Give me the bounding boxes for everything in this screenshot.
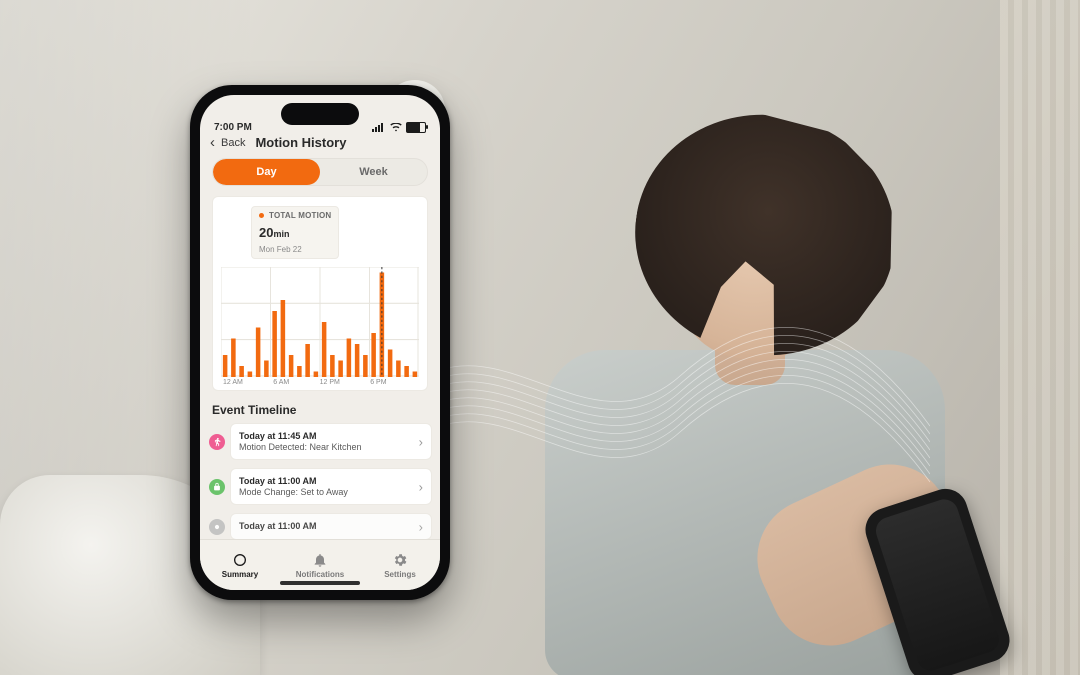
chevron-right-icon: › — [419, 434, 423, 449]
legend-value: 20 — [259, 225, 273, 240]
back-chevron-icon[interactable]: ‹ — [210, 135, 215, 150]
tab-summary-label: Summary — [222, 570, 258, 579]
tab-settings-label: Settings — [384, 570, 416, 579]
page-title: Motion History — [255, 135, 346, 150]
tab-settings[interactable]: Settings — [360, 540, 440, 590]
motion-icon — [209, 434, 225, 450]
lock-icon — [209, 479, 225, 495]
timeline-item[interactable]: Today at 11:45 AM Motion Detected: Near … — [230, 423, 432, 460]
chevron-right-icon: › — [419, 519, 423, 534]
event-desc: Mode Change: Set to Away — [239, 487, 348, 497]
status-right — [372, 122, 426, 133]
segment-day[interactable]: Day — [213, 159, 320, 185]
event-time: Today at 11:00 AM — [239, 476, 348, 486]
event-desc: Motion Detected: Near Kitchen — [239, 442, 362, 452]
summary-icon — [232, 552, 248, 568]
xtick-6pm: 6 PM — [370, 379, 386, 386]
legend-dot-icon — [259, 213, 264, 218]
tab-summary[interactable]: Summary — [200, 540, 280, 590]
chart-x-ticks: 12 AM 6 AM 12 PM 6 PM — [221, 377, 419, 386]
back-button[interactable]: Back — [221, 137, 245, 149]
xtick-12pm: 12 PM — [320, 379, 340, 386]
range-segmented-control[interactable]: Day Week — [212, 158, 428, 186]
battery-icon — [406, 122, 426, 133]
bell-icon — [312, 552, 328, 568]
screen-content: 7:00 PM ‹ Back Motion History Day Week — [200, 95, 440, 540]
motion-chart-card: TOTAL MOTION 20min Mon Feb 22 — [212, 196, 428, 391]
event-icon — [209, 519, 225, 535]
event-time: Today at 11:00 AM — [239, 521, 317, 531]
person-illustration — [500, 60, 1020, 675]
motion-bar-chart[interactable] — [221, 267, 419, 377]
nav-bar: ‹ Back Motion History — [200, 133, 440, 158]
event-timeline-title: Event Timeline — [212, 403, 428, 417]
segment-week[interactable]: Week — [320, 159, 427, 185]
tab-bar: Summary Notifications Settings — [200, 539, 440, 590]
phone-mockup: 7:00 PM ‹ Back Motion History Day Week — [190, 85, 450, 600]
home-indicator — [280, 581, 360, 585]
app-screen: 7:00 PM ‹ Back Motion History Day Week — [200, 95, 440, 590]
gear-icon — [392, 552, 408, 568]
timeline-item[interactable]: Today at 11:00 AM › — [230, 513, 432, 540]
signal-icon — [372, 123, 386, 132]
tab-notifications-label: Notifications — [296, 570, 344, 579]
event-time: Today at 11:45 AM — [239, 431, 362, 441]
legend-unit: min — [273, 229, 289, 239]
legend-label: TOTAL MOTION — [269, 211, 331, 220]
xtick-12am: 12 AM — [223, 379, 243, 386]
event-timeline: Today at 11:45 AM Motion Detected: Near … — [208, 423, 432, 540]
phone-notch — [281, 103, 359, 125]
status-time: 7:00 PM — [214, 122, 252, 133]
timeline-item[interactable]: Today at 11:00 AM Mode Change: Set to Aw… — [230, 468, 432, 505]
wifi-icon — [390, 123, 402, 132]
chevron-right-icon: › — [419, 479, 423, 494]
xtick-6am: 6 AM — [273, 379, 289, 386]
legend-date: Mon Feb 22 — [259, 245, 302, 254]
promo-scene: 7:00 PM ‹ Back Motion History Day Week — [0, 0, 1080, 675]
chart-legend: TOTAL MOTION 20min Mon Feb 22 — [251, 206, 339, 259]
